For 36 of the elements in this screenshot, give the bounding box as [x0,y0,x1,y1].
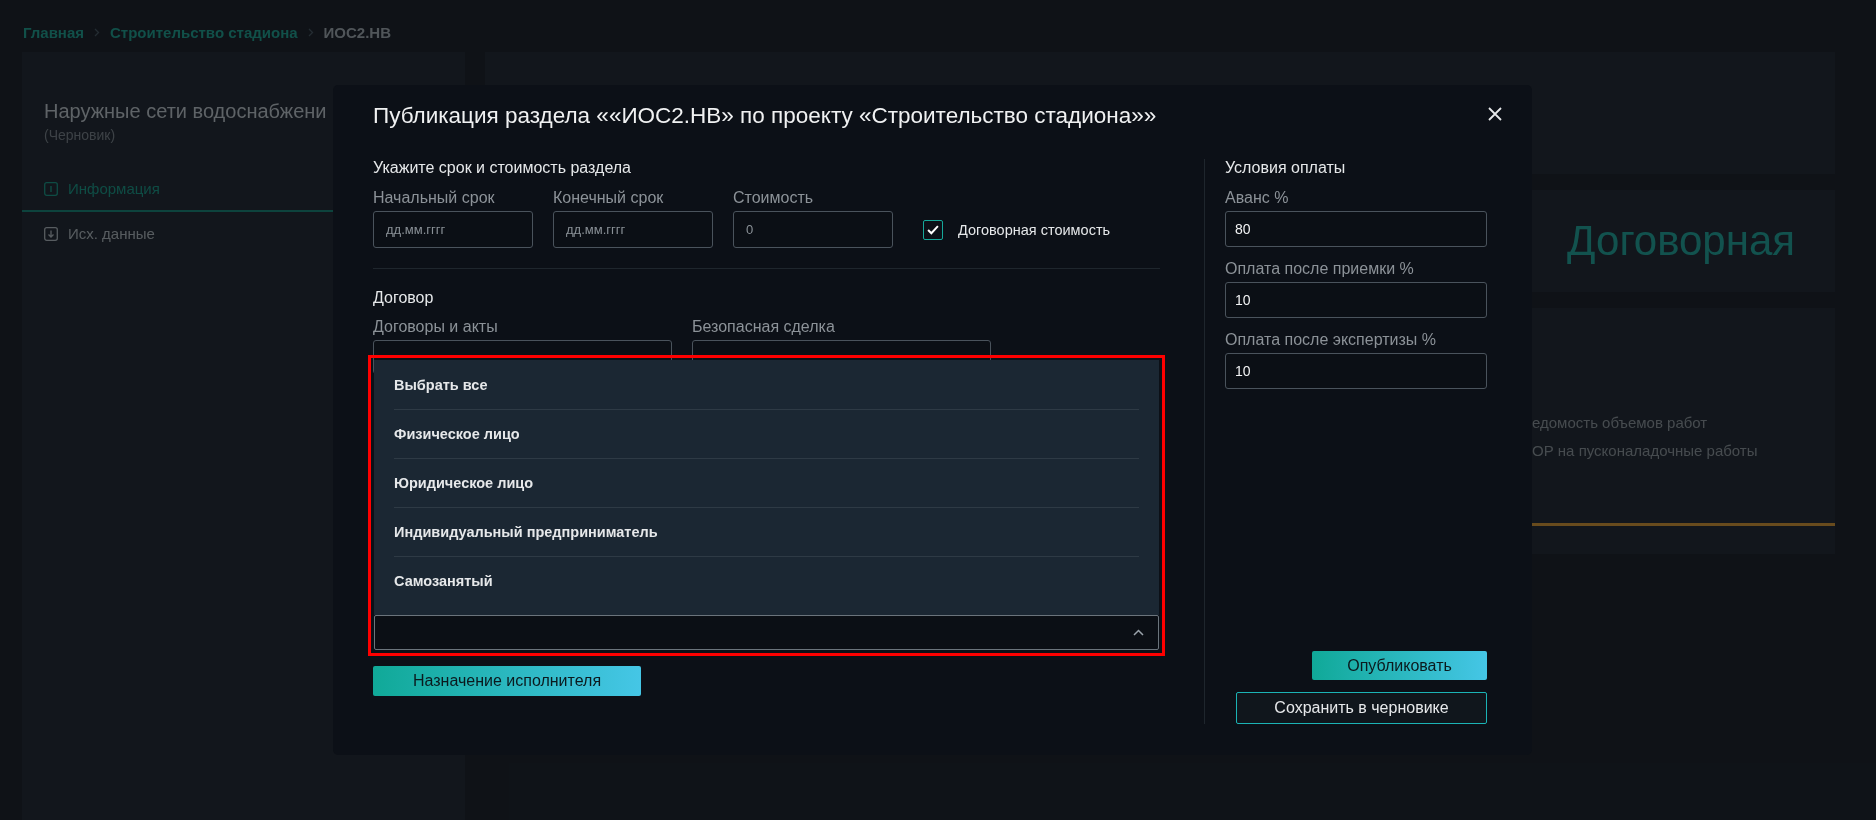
check-icon [927,224,939,235]
section-title: Наружные сети водоснабжени [44,100,327,123]
dropdown-option[interactable]: Самозанятый [394,557,1139,605]
field-label: Конечный срок [553,189,665,207]
field-label: Стоимость [733,189,815,207]
section-title: Условия оплаты [1225,159,1347,177]
section-title: Договор [373,289,435,307]
assign-button[interactable]: Назначение исполнителя [373,666,641,696]
price-text: Договорная [1567,217,1795,265]
dropdown-option[interactable]: Выбрать все [394,361,1139,410]
field-label: Оплата после экспертизы % [1225,331,1437,349]
field-label: Аванс % [1225,189,1290,207]
field-label: Оплата после приемки % [1225,260,1415,278]
caret-icon [1133,629,1144,636]
input-field[interactable]: 10 [1225,353,1487,389]
checkbox-label: Договорная стоимость [958,221,1111,238]
field-label: Договоры и акты [373,318,499,336]
select-field[interactable] [374,615,1159,650]
chevron-icon [307,27,314,37]
info-icon [44,181,58,196]
input-field[interactable]: дд.мм.гггг [553,211,713,248]
field-label: Безопасная сделка [692,318,836,336]
input-field[interactable]: дд.мм.гггг [373,211,533,248]
input-field[interactable]: 0 [733,211,893,248]
modal-title: Публикация раздела ««ИОС2.НВ» по проекту «Строительство стадиона»» [373,103,1157,129]
dropdown-option[interactable]: Физическое лицо [394,410,1139,459]
save-draft-button[interactable]: Сохранить в черновике [1236,692,1487,724]
publish-button[interactable]: Опубликовать [1312,651,1487,680]
input-field[interactable]: 10 [1225,282,1487,318]
input-field[interactable]: 80 [1225,211,1487,247]
close-icon[interactable] [1488,107,1502,121]
chevron-icon [94,27,100,37]
checkbox[interactable] [923,219,943,240]
download-icon [44,226,58,241]
dropdown-option[interactable]: Юридическое лицо [394,459,1139,508]
dropdown-option[interactable]: Индивидуальный предприниматель [394,508,1139,557]
